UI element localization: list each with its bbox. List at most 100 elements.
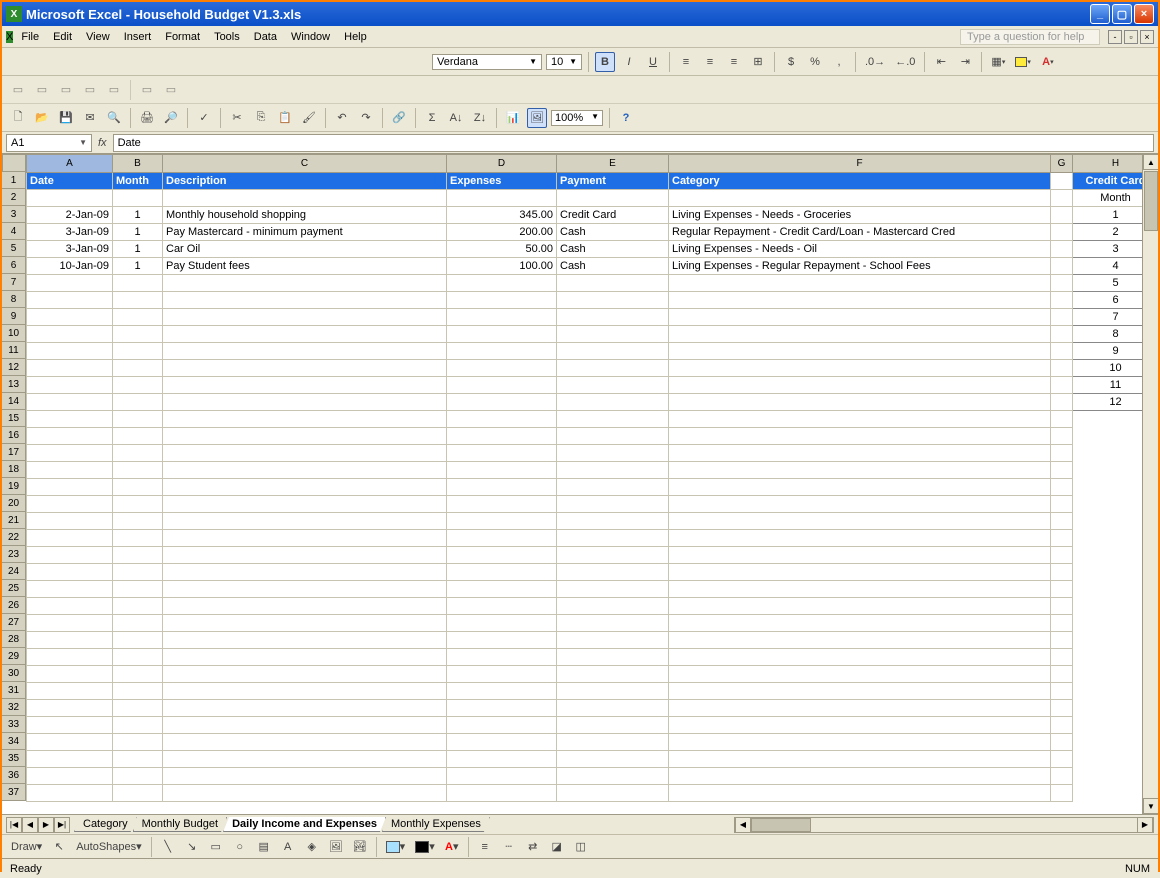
cell[interactable] <box>669 343 1051 360</box>
row-header[interactable]: 12 <box>2 359 26 376</box>
increase-decimal-button[interactable]: .0→ <box>862 52 888 72</box>
cell[interactable] <box>669 598 1051 615</box>
cell[interactable] <box>669 768 1051 785</box>
header-cell[interactable]: Category <box>669 173 1051 190</box>
hscroll-thumb[interactable] <box>751 818 811 832</box>
cell[interactable] <box>113 513 163 530</box>
cell[interactable] <box>27 649 113 666</box>
col-header-c[interactable]: C <box>163 155 447 173</box>
row-header[interactable]: 27 <box>2 614 26 631</box>
cell[interactable] <box>1051 377 1073 394</box>
row-header[interactable]: 32 <box>2 699 26 716</box>
cell[interactable]: 2-Jan-09 <box>27 207 113 224</box>
bold-button[interactable]: B <box>595 52 615 72</box>
cell[interactable] <box>163 785 447 802</box>
row-header[interactable]: 1 <box>2 172 26 189</box>
cell[interactable] <box>1051 683 1073 700</box>
cell[interactable] <box>669 411 1051 428</box>
row-header[interactable]: 29 <box>2 648 26 665</box>
fill-color-tool[interactable]: ▾ <box>383 837 409 857</box>
row-header[interactable]: 9 <box>2 308 26 325</box>
cell[interactable] <box>113 751 163 768</box>
increase-indent-button[interactable]: ⇥ <box>955 52 975 72</box>
cell[interactable] <box>27 564 113 581</box>
autosum-button[interactable]: Σ <box>422 108 442 128</box>
cell[interactable] <box>669 751 1051 768</box>
cell[interactable] <box>557 326 669 343</box>
cell[interactable] <box>163 309 447 326</box>
row-header[interactable]: 21 <box>2 512 26 529</box>
print-preview-button[interactable]: 🔎 <box>161 108 181 128</box>
fill-color-button[interactable]: ▾ <box>1012 52 1034 72</box>
cell[interactable] <box>557 513 669 530</box>
row-header[interactable]: 4 <box>2 223 26 240</box>
cell[interactable] <box>557 377 669 394</box>
cell[interactable]: 1 <box>113 241 163 258</box>
cell[interactable] <box>1051 190 1073 207</box>
cell[interactable]: Living Expenses - Needs - Oil <box>669 241 1051 258</box>
row-header[interactable]: 17 <box>2 444 26 461</box>
cell[interactable] <box>27 598 113 615</box>
cell[interactable] <box>669 360 1051 377</box>
cell[interactable] <box>557 700 669 717</box>
row-header[interactable]: 25 <box>2 580 26 597</box>
cell[interactable] <box>163 411 447 428</box>
cell[interactable] <box>1051 309 1073 326</box>
autoshapes-menu[interactable]: AutoShapes ▾ <box>73 837 144 857</box>
cell[interactable] <box>27 496 113 513</box>
custom-btn-1[interactable]: ▭ <box>8 80 28 100</box>
cell[interactable] <box>669 479 1051 496</box>
cell[interactable] <box>113 343 163 360</box>
cell[interactable] <box>557 190 669 207</box>
cell[interactable] <box>1051 462 1073 479</box>
cell[interactable]: 10-Jan-09 <box>27 258 113 275</box>
cell[interactable] <box>27 615 113 632</box>
cut-button[interactable]: ✂ <box>227 108 247 128</box>
cell[interactable] <box>557 428 669 445</box>
italic-button[interactable]: I <box>619 52 639 72</box>
cell[interactable] <box>1051 598 1073 615</box>
cell[interactable] <box>113 632 163 649</box>
close-button[interactable]: × <box>1134 4 1154 24</box>
cell[interactable] <box>27 717 113 734</box>
menu-edit[interactable]: Edit <box>47 29 78 45</box>
cell[interactable] <box>1051 428 1073 445</box>
row-header[interactable]: 22 <box>2 529 26 546</box>
cell[interactable] <box>447 581 557 598</box>
cell[interactable]: 1 <box>113 258 163 275</box>
cell[interactable] <box>113 428 163 445</box>
row-header[interactable]: 10 <box>2 325 26 342</box>
cell[interactable] <box>163 564 447 581</box>
mdi-restore[interactable]: ▫ <box>1124 30 1138 44</box>
cell[interactable] <box>557 530 669 547</box>
cell[interactable] <box>163 666 447 683</box>
row-header[interactable]: 33 <box>2 716 26 733</box>
cell[interactable] <box>557 275 669 292</box>
cell[interactable] <box>163 445 447 462</box>
cell[interactable]: 345.00 <box>447 207 557 224</box>
cell[interactable] <box>557 445 669 462</box>
cell[interactable] <box>163 649 447 666</box>
cell[interactable] <box>557 632 669 649</box>
cell[interactable] <box>27 377 113 394</box>
cell[interactable] <box>557 496 669 513</box>
cell[interactable] <box>113 717 163 734</box>
align-left-button[interactable]: ≡ <box>676 52 696 72</box>
diagram-tool[interactable]: ◈ <box>302 837 322 857</box>
cell[interactable] <box>669 564 1051 581</box>
cell[interactable] <box>163 751 447 768</box>
paste-button[interactable]: 📋 <box>275 108 295 128</box>
cell[interactable] <box>113 700 163 717</box>
cell[interactable] <box>557 564 669 581</box>
row-header[interactable]: 5 <box>2 240 26 257</box>
undo-button[interactable]: ↶ <box>332 108 352 128</box>
cell[interactable] <box>447 377 557 394</box>
cell[interactable] <box>27 343 113 360</box>
cell[interactable] <box>27 581 113 598</box>
menu-view[interactable]: View <box>80 29 116 45</box>
cell[interactable] <box>163 717 447 734</box>
cell[interactable] <box>447 496 557 513</box>
fx-icon[interactable]: fx <box>98 137 107 149</box>
align-right-button[interactable]: ≡ <box>724 52 744 72</box>
cell[interactable] <box>163 581 447 598</box>
